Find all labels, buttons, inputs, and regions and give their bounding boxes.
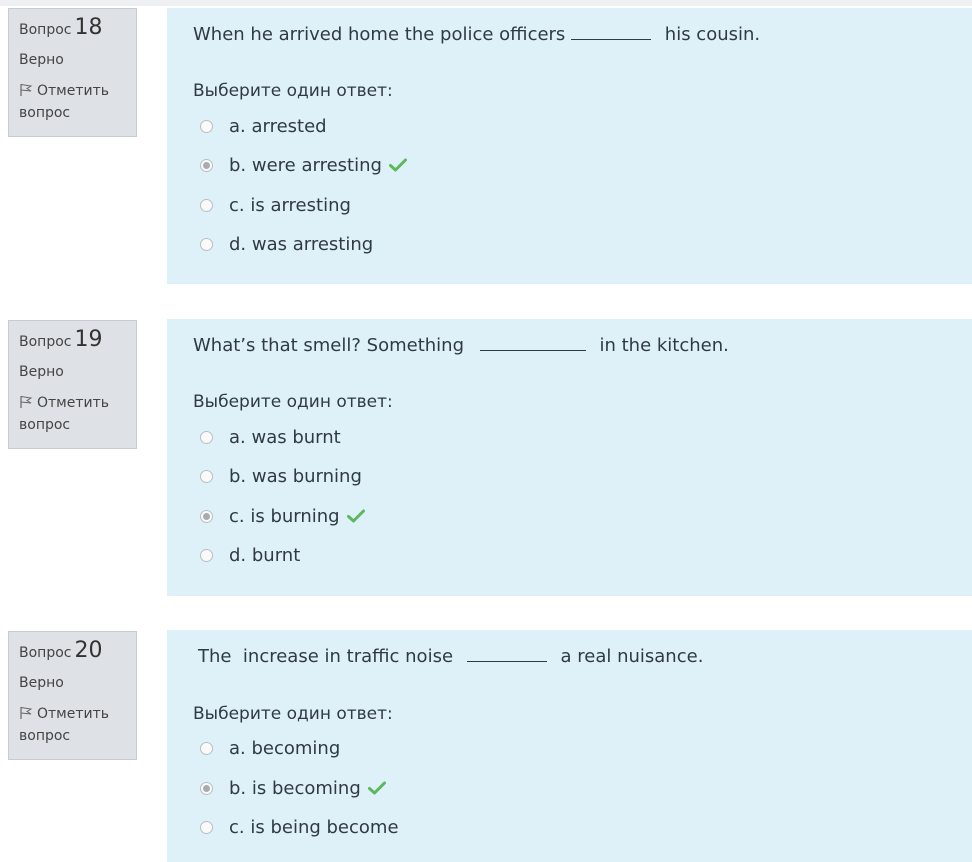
option-d[interactable]: d. burnt bbox=[200, 543, 300, 567]
question-text-after: in the kitchen. bbox=[599, 335, 729, 356]
answer-prompt: Выберите один ответ: bbox=[193, 392, 393, 412]
question-text-after: a real nuisance. bbox=[560, 646, 704, 667]
option-a[interactable]: a. becoming bbox=[200, 736, 340, 760]
option-label: b. is becoming bbox=[229, 777, 361, 799]
flag-label-line1: Отметить bbox=[37, 83, 110, 99]
flag-question-link[interactable]: Отметить вопрос bbox=[19, 392, 126, 436]
correct-check-icon bbox=[346, 509, 365, 523]
question-text-before: What’s that smell? Something bbox=[193, 335, 465, 356]
flag-icon bbox=[20, 84, 33, 96]
radio-button[interactable] bbox=[200, 548, 213, 562]
correct-check-icon bbox=[388, 158, 407, 172]
question-text: When he arrived home the police officers… bbox=[193, 24, 760, 45]
option-c[interactable]: c. is arresting bbox=[200, 193, 351, 217]
question-state: Верно bbox=[19, 52, 64, 68]
radio-button[interactable] bbox=[200, 741, 213, 755]
question-number: Вопрос 20 bbox=[19, 638, 126, 663]
option-a[interactable]: a. arrested bbox=[200, 114, 327, 138]
option-label: c. is arresting bbox=[229, 194, 351, 216]
question-content-18: When he arrived home the police officers… bbox=[167, 8, 972, 284]
option-label: d. was arresting bbox=[229, 233, 374, 255]
question-text-before: When he arrived home the police officers bbox=[193, 24, 566, 45]
answer-prompt: Выберите один ответ: bbox=[193, 704, 393, 724]
question-info-20: Вопрос 20 Верно Отметить вопрос bbox=[8, 631, 137, 760]
question-text-after: his cousin. bbox=[664, 24, 761, 45]
question-state: Верно bbox=[19, 364, 64, 380]
question-number: Вопрос 19 bbox=[19, 327, 126, 352]
flag-icon bbox=[20, 707, 33, 719]
question-number-value: 20 bbox=[74, 638, 103, 663]
question-text: The increase in traffic noise a real nui… bbox=[198, 646, 703, 667]
option-b[interactable]: b. is becoming bbox=[200, 776, 386, 800]
question-text: What’s that smell? Something in the kitc… bbox=[193, 335, 729, 356]
radio-button-selected[interactable] bbox=[200, 781, 213, 795]
question-content-19: What’s that smell? Something in the kitc… bbox=[167, 319, 972, 596]
radio-button-selected[interactable] bbox=[200, 509, 213, 523]
option-c[interactable]: c. is burning bbox=[200, 504, 365, 528]
radio-button[interactable] bbox=[200, 430, 213, 444]
flag-label-line2: вопрос bbox=[19, 105, 71, 121]
question-state: Верно bbox=[19, 675, 64, 691]
question-word: Вопрос bbox=[19, 22, 72, 38]
flag-label-line1: Отметить bbox=[37, 395, 110, 411]
radio-button[interactable] bbox=[200, 198, 213, 212]
option-label: c. is burning bbox=[229, 505, 340, 527]
flag-question-link[interactable]: Отметить вопрос bbox=[19, 80, 126, 124]
question-word: Вопрос bbox=[19, 645, 72, 661]
question-info-19: Вопрос 19 Верно Отметить вопрос bbox=[8, 320, 137, 449]
radio-button[interactable] bbox=[200, 237, 213, 251]
radio-button[interactable] bbox=[200, 469, 213, 483]
option-label: a. becoming bbox=[229, 737, 341, 759]
question-number-value: 18 bbox=[74, 15, 103, 40]
answer-blank bbox=[571, 39, 652, 40]
answer-blank bbox=[479, 350, 586, 351]
radio-button[interactable] bbox=[200, 820, 213, 834]
flag-label-line2: вопрос bbox=[19, 728, 71, 744]
question-word: Вопрос bbox=[19, 334, 72, 350]
option-label: a. arrested bbox=[229, 115, 327, 137]
option-a[interactable]: a. was burnt bbox=[200, 425, 341, 449]
option-label: b. were arresting bbox=[229, 154, 382, 176]
option-label: c. is being become bbox=[229, 816, 399, 838]
answer-prompt: Выберите один ответ: bbox=[193, 81, 393, 101]
option-label: a. was burnt bbox=[229, 426, 341, 448]
flag-question-link[interactable]: Отметить вопрос bbox=[19, 703, 126, 747]
option-d[interactable]: d. was arresting bbox=[200, 232, 373, 256]
radio-button[interactable] bbox=[200, 119, 213, 133]
option-b[interactable]: b. was burning bbox=[200, 464, 362, 488]
flag-label-line1: Отметить bbox=[37, 706, 110, 722]
flag-icon bbox=[20, 396, 33, 408]
question-number: Вопрос 18 bbox=[19, 15, 126, 40]
option-c[interactable]: c. is being become bbox=[200, 815, 399, 839]
top-bar bbox=[0, 0, 972, 6]
question-content-20: The increase in traffic noise a real nui… bbox=[167, 630, 972, 862]
option-label: b. was burning bbox=[229, 465, 362, 487]
flag-label-line2: вопрос bbox=[19, 417, 71, 433]
question-text-before: The increase in traffic noise bbox=[198, 646, 454, 667]
radio-button-selected[interactable] bbox=[200, 158, 213, 172]
question-number-value: 19 bbox=[74, 327, 103, 352]
option-b[interactable]: b. were arresting bbox=[200, 153, 407, 177]
correct-check-icon bbox=[367, 781, 386, 795]
option-label: d. burnt bbox=[229, 544, 301, 566]
question-info-18: Вопрос 18 Верно Отметить вопрос bbox=[8, 8, 137, 137]
answer-blank bbox=[466, 661, 547, 662]
